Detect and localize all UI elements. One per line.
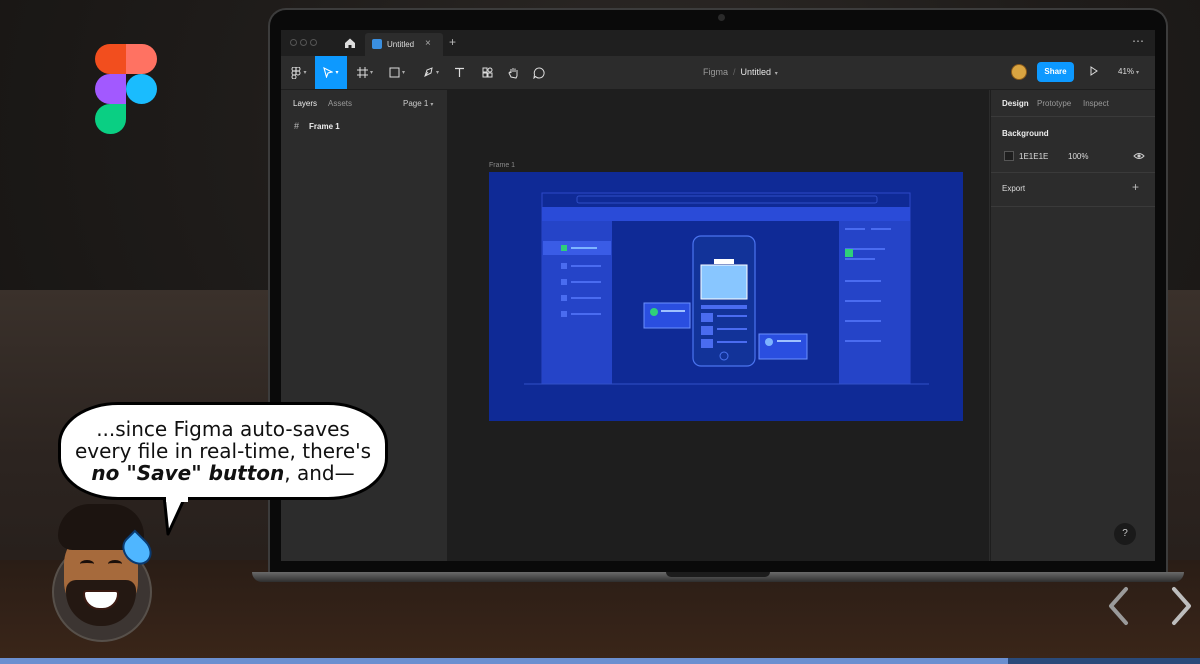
move-tool-icon (323, 67, 334, 78)
window-controls[interactable] (290, 39, 320, 48)
avatar[interactable] (1011, 64, 1027, 80)
text-tool-icon (454, 67, 464, 77)
tab-prototype[interactable]: Prototype (1037, 99, 1071, 108)
frame-tool-icon (356, 67, 368, 78)
new-tab-button[interactable]: + (449, 35, 456, 49)
close-icon[interactable]: × (425, 38, 431, 49)
bubble-line-1: ...since Figma auto-saves (96, 417, 350, 441)
frame-label[interactable]: Frame 1 (489, 162, 515, 169)
previous-arrow-icon[interactable] (1106, 586, 1130, 626)
page-name: Page 1 (403, 99, 429, 108)
layer-row-frame-1[interactable]: # Frame 1 (281, 118, 446, 134)
hand-tool-button[interactable] (503, 56, 523, 89)
panel-divider (991, 172, 1155, 173)
text-tool-button[interactable] (449, 56, 469, 89)
bubble-tail-join (166, 496, 188, 502)
resources-button[interactable] (477, 56, 497, 89)
comment-icon (533, 66, 545, 79)
present-play-icon[interactable] (1089, 66, 1099, 76)
home-icon[interactable] (344, 37, 356, 49)
eye-icon[interactable] (1133, 151, 1145, 161)
toolbar: ▾ ▾ ▾ ▾ ▾ Figma / Untitled ▾ Share 41% ▾ (281, 56, 1155, 90)
add-export-icon[interactable]: + (1132, 180, 1139, 194)
help-button[interactable]: ? (1114, 523, 1136, 545)
tab-label: Untitled (387, 40, 415, 49)
figma-menu-button[interactable]: ▾ (287, 56, 311, 89)
panel-divider (991, 116, 1155, 117)
bubble-line-3-rest: , and— (284, 461, 355, 485)
file-icon (372, 39, 382, 49)
background-hex-input[interactable]: 1E1E1E (1019, 152, 1048, 161)
speech-bubble-text: ...since Figma auto-saves every file in … (58, 418, 388, 484)
tab-design[interactable]: Design (1002, 99, 1029, 108)
move-tool-button[interactable]: ▾ (315, 56, 347, 89)
tab-inspect[interactable]: Inspect (1083, 99, 1109, 108)
frame-1[interactable] (489, 172, 963, 421)
share-button[interactable]: Share (1037, 62, 1074, 82)
avatar-eye (80, 560, 94, 568)
camera (718, 14, 725, 21)
background-color-swatch[interactable] (1004, 151, 1014, 161)
figma-window: Untitled × + ⋯ ▾ ▾ ▾ ▾ ▾ Figma / Untitle… (281, 30, 1155, 561)
frame-tool-button[interactable]: ▾ (351, 56, 379, 89)
layer-label: Frame 1 (309, 122, 340, 131)
next-arrow-icon[interactable] (1170, 586, 1194, 626)
figma-logo (95, 44, 157, 136)
pen-tool-icon (424, 67, 433, 77)
breadcrumb-separator: / (733, 67, 736, 77)
rectangle-tool-icon (389, 67, 400, 78)
pen-tool-button[interactable]: ▾ (417, 56, 445, 89)
resources-icon (482, 67, 492, 78)
avatar-eye (108, 560, 122, 568)
tab-assets[interactable]: Assets (328, 99, 352, 108)
bubble-line-3: no "Save" button, and— (58, 462, 388, 484)
zoom-level: 41% (1118, 67, 1135, 76)
background-opacity-input[interactable]: 100% (1068, 152, 1088, 161)
laptop-notch (666, 572, 770, 577)
zoom-control[interactable]: 41% ▾ (1118, 67, 1139, 76)
tab-layers[interactable]: Layers (293, 99, 317, 108)
frame-illustration (524, 192, 929, 385)
canvas[interactable]: Frame 1 (448, 90, 989, 561)
background-section-title: Background (1002, 129, 1049, 138)
comment-tool-button[interactable] (529, 56, 549, 89)
video-progress-fill (0, 658, 1008, 664)
bubble-line-2: every file in real-time, there's (74, 439, 372, 463)
design-panel: Design Prototype Inspect Background 1E1E… (990, 90, 1155, 561)
hand-tool-icon (507, 67, 517, 79)
project-name[interactable]: Figma (703, 67, 728, 77)
figma-menu-icon (291, 66, 301, 79)
more-icon[interactable]: ⋯ (1132, 34, 1145, 48)
export-section-title[interactable]: Export (1002, 184, 1025, 193)
file-title[interactable]: Figma / Untitled ▾ (703, 67, 778, 77)
bubble-emphasis: no "Save" button (91, 461, 285, 485)
panel-divider (991, 206, 1155, 207)
tab-bar: Untitled × + ⋯ (281, 30, 1155, 56)
rectangle-tool-button[interactable]: ▾ (383, 56, 411, 89)
page-selector[interactable]: Page 1 ▾ (403, 99, 433, 108)
frame-icon: # (294, 121, 300, 131)
file-name[interactable]: Untitled (741, 67, 772, 77)
tab-untitled[interactable]: Untitled × (365, 33, 443, 56)
